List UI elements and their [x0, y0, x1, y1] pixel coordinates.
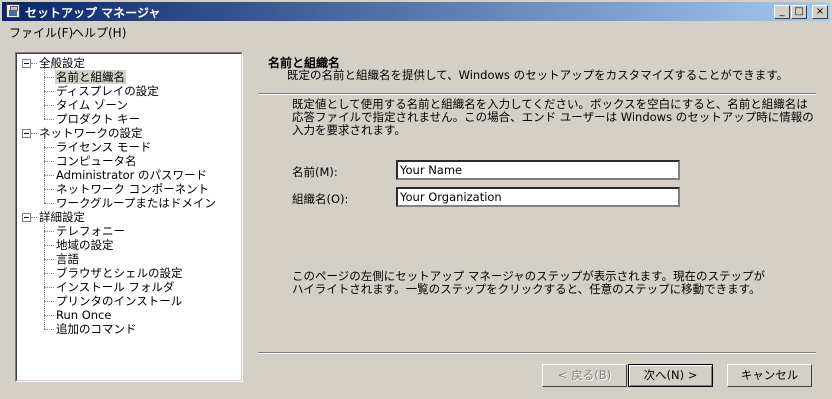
- window-title: セットアップ マネージャ: [25, 6, 161, 20]
- tree-item[interactable]: プロダクト キー: [55, 112, 141, 126]
- menu-help[interactable]: ヘルプ(H): [72, 24, 126, 41]
- tree-item[interactable]: ネットワーク コンポーネント: [55, 182, 210, 196]
- tree-item[interactable]: Administrator のパスワード: [55, 168, 208, 182]
- maximize-button[interactable]: □: [791, 5, 807, 19]
- tree-item[interactable]: Run Once: [55, 308, 112, 322]
- minimize-button[interactable]: _: [774, 5, 790, 19]
- tree-connector: [44, 222, 45, 329]
- tree-item[interactable]: ディスプレイの設定: [55, 84, 160, 98]
- tree-connector: [44, 315, 54, 316]
- tree-connector: [44, 259, 54, 260]
- step-tree-inner: 全般設定 名前と組織名 ディスプレイの設定 タイム ゾーン プロダクト キー ネットワーク…: [16, 53, 242, 381]
- page-description: 既定の名前と組織名を提供して、Windows のセットアップをカスタマイズするこ…: [287, 68, 789, 82]
- back-button[interactable]: < 戻る(B): [542, 364, 627, 387]
- tree-connector: [44, 203, 54, 204]
- tree-item[interactable]: ワークグループまたはドメイン: [55, 196, 217, 210]
- tree-connector: [44, 245, 54, 246]
- setup-manager-window: セットアップ マネージャ _ □ × ファイル(F) ヘルプ(H) 全般設定 名前…: [0, 0, 832, 399]
- organization-input[interactable]: [396, 187, 680, 207]
- app-icon: [6, 4, 20, 18]
- tree-connector: [44, 175, 54, 176]
- tree-item[interactable]: コンピュータ名: [55, 154, 138, 168]
- tree-item[interactable]: 名前と組織名: [55, 70, 126, 84]
- instructions-text: 既定値として使用する名前と組織名を入力してください。ボックスを空白にすると、名前…: [292, 97, 814, 137]
- tree-connector: [44, 329, 54, 330]
- next-button[interactable]: 次へ(N) >: [628, 364, 713, 387]
- tree-collapse-icon[interactable]: [22, 129, 31, 138]
- title-bar: セットアップ マネージャ _ □ ×: [2, 2, 830, 21]
- menu-bar: ファイル(F) ヘルプ(H): [2, 22, 830, 40]
- tree-group-label[interactable]: 全般設定: [38, 56, 86, 70]
- tree-connector: [31, 217, 37, 218]
- tree-connector: [44, 301, 54, 302]
- tree-connector: [44, 287, 54, 288]
- tree-item[interactable]: プリンタのインストール: [55, 294, 183, 308]
- tree-connector: [44, 77, 54, 78]
- tree-group-label[interactable]: 詳細設定: [38, 210, 86, 224]
- close-button[interactable]: ×: [812, 5, 828, 19]
- tree-connector: [44, 138, 45, 203]
- tree-item[interactable]: 地域の設定: [55, 238, 115, 252]
- name-input[interactable]: [396, 160, 680, 180]
- tree-item[interactable]: ライセンス モード: [55, 140, 152, 154]
- footer-separator: [258, 352, 816, 354]
- tree-item[interactable]: タイム ゾーン: [55, 98, 129, 112]
- tree-item[interactable]: 言語: [55, 252, 80, 266]
- tree-connector: [44, 231, 54, 232]
- name-label: 名前(M):: [292, 165, 338, 179]
- step-tree[interactable]: 全般設定 名前と組織名 ディスプレイの設定 タイム ゾーン プロダクト キー ネットワーク…: [15, 52, 243, 382]
- tree-connector: [44, 161, 54, 162]
- tree-collapse-icon[interactable]: [22, 59, 31, 68]
- tree-item[interactable]: テレフォニー: [55, 224, 126, 238]
- tree-connector: [31, 133, 37, 134]
- tree-item[interactable]: ブラウザとシェルの設定: [55, 266, 184, 280]
- menu-file[interactable]: ファイル(F): [9, 24, 73, 41]
- tree-connector: [44, 91, 54, 92]
- cancel-button[interactable]: キャンセル: [727, 364, 812, 387]
- tree-collapse-icon[interactable]: [22, 213, 31, 222]
- organization-label: 組織名(O):: [292, 192, 349, 206]
- tree-item[interactable]: インストール フォルダ: [55, 280, 175, 294]
- tree-connector: [44, 105, 54, 106]
- tree-connector: [44, 273, 54, 274]
- header-separator: [258, 93, 816, 95]
- tree-group-label[interactable]: ネットワークの設定: [38, 126, 144, 140]
- tree-connector: [31, 63, 37, 64]
- tree-connector: [44, 189, 54, 190]
- hint-text: このページの左側にセットアップ マネージャのステップが表示されます。現在のステッ…: [292, 269, 765, 296]
- tree-connector: [44, 147, 54, 148]
- tree-connector: [44, 119, 54, 120]
- tree-item[interactable]: 追加のコマンド: [55, 322, 138, 336]
- tree-connector: [44, 68, 45, 119]
